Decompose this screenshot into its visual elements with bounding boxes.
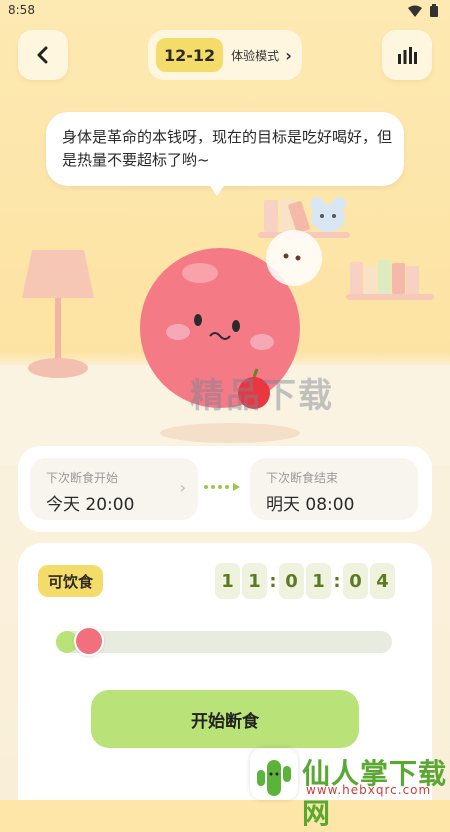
progress-track	[56, 626, 392, 656]
back-button[interactable]	[18, 30, 68, 80]
cactus-icon	[257, 760, 291, 796]
book	[392, 263, 405, 294]
next-fast-end-label: 下次断食结束	[266, 471, 339, 485]
book	[350, 262, 363, 294]
timer-digit: 0	[343, 563, 368, 599]
bubble-text: 身体是革命的本钱呀，现在的目标是吃好喝好，但是热量不要超标了哟~	[62, 128, 393, 169]
book	[406, 266, 419, 294]
eating-status-badge: 可饮食	[38, 565, 104, 597]
url-watermark: www.hebxqrc.com	[306, 783, 432, 797]
bar-chart-icon	[398, 47, 417, 64]
next-fast-start[interactable]: 下次断食开始 今天 20:00 ›	[30, 458, 198, 520]
cactus-logo-icon	[250, 748, 298, 800]
timer-digit: 4	[370, 563, 395, 599]
progress-mascot-icon	[74, 626, 104, 656]
next-fast-end-value: 明天 08:00	[266, 495, 355, 515]
floor-lamp-icon	[22, 250, 94, 378]
mode-badge: 12-12	[156, 38, 224, 72]
center-watermark: 精品下载	[190, 376, 334, 416]
status-icons	[408, 3, 438, 17]
book	[378, 260, 391, 294]
next-fast-start-value: 今天 20:00	[46, 495, 135, 515]
wifi-icon	[408, 5, 423, 17]
status-bar: 8:58	[0, 0, 450, 22]
mode-label: 体验模式	[231, 48, 280, 63]
stats-button[interactable]	[382, 30, 432, 80]
battery-icon	[430, 4, 438, 17]
timer-digit: 0	[279, 563, 304, 599]
countdown-timer: 1 1 : 0 1 : 0 4	[214, 563, 396, 599]
chevron-right-icon: ›	[179, 478, 186, 497]
next-fast-start-label: 下次断食开始	[46, 471, 119, 485]
mode-selector[interactable]: 12-12 体验模式 ›	[148, 30, 302, 80]
timer-digit: 1	[242, 563, 267, 599]
timer-digit: 1	[306, 563, 331, 599]
status-time: 8:58	[8, 3, 35, 17]
bubble-tail	[206, 180, 228, 196]
timer-digit: 1	[215, 563, 240, 599]
chevron-left-icon	[37, 46, 48, 64]
start-fasting-button[interactable]: 开始断食	[91, 690, 359, 748]
timer-colon: :	[269, 570, 277, 592]
timer-colon: :	[333, 570, 341, 592]
chevron-right-icon: ›	[285, 45, 292, 65]
next-fast-card: 下次断食开始 今天 20:00 › 下次断食结束 明天 08:00	[18, 446, 432, 532]
bottom-shelf	[346, 294, 434, 300]
speech-bubble: 身体是革命的本钱呀，现在的目标是吃好喝好，但是热量不要超标了哟~	[46, 112, 404, 186]
book	[364, 266, 377, 294]
next-fast-end[interactable]: 下次断食结束 明天 08:00	[250, 458, 418, 520]
bear-toy-icon	[310, 197, 346, 232]
dotted-arrow-icon	[204, 483, 240, 491]
